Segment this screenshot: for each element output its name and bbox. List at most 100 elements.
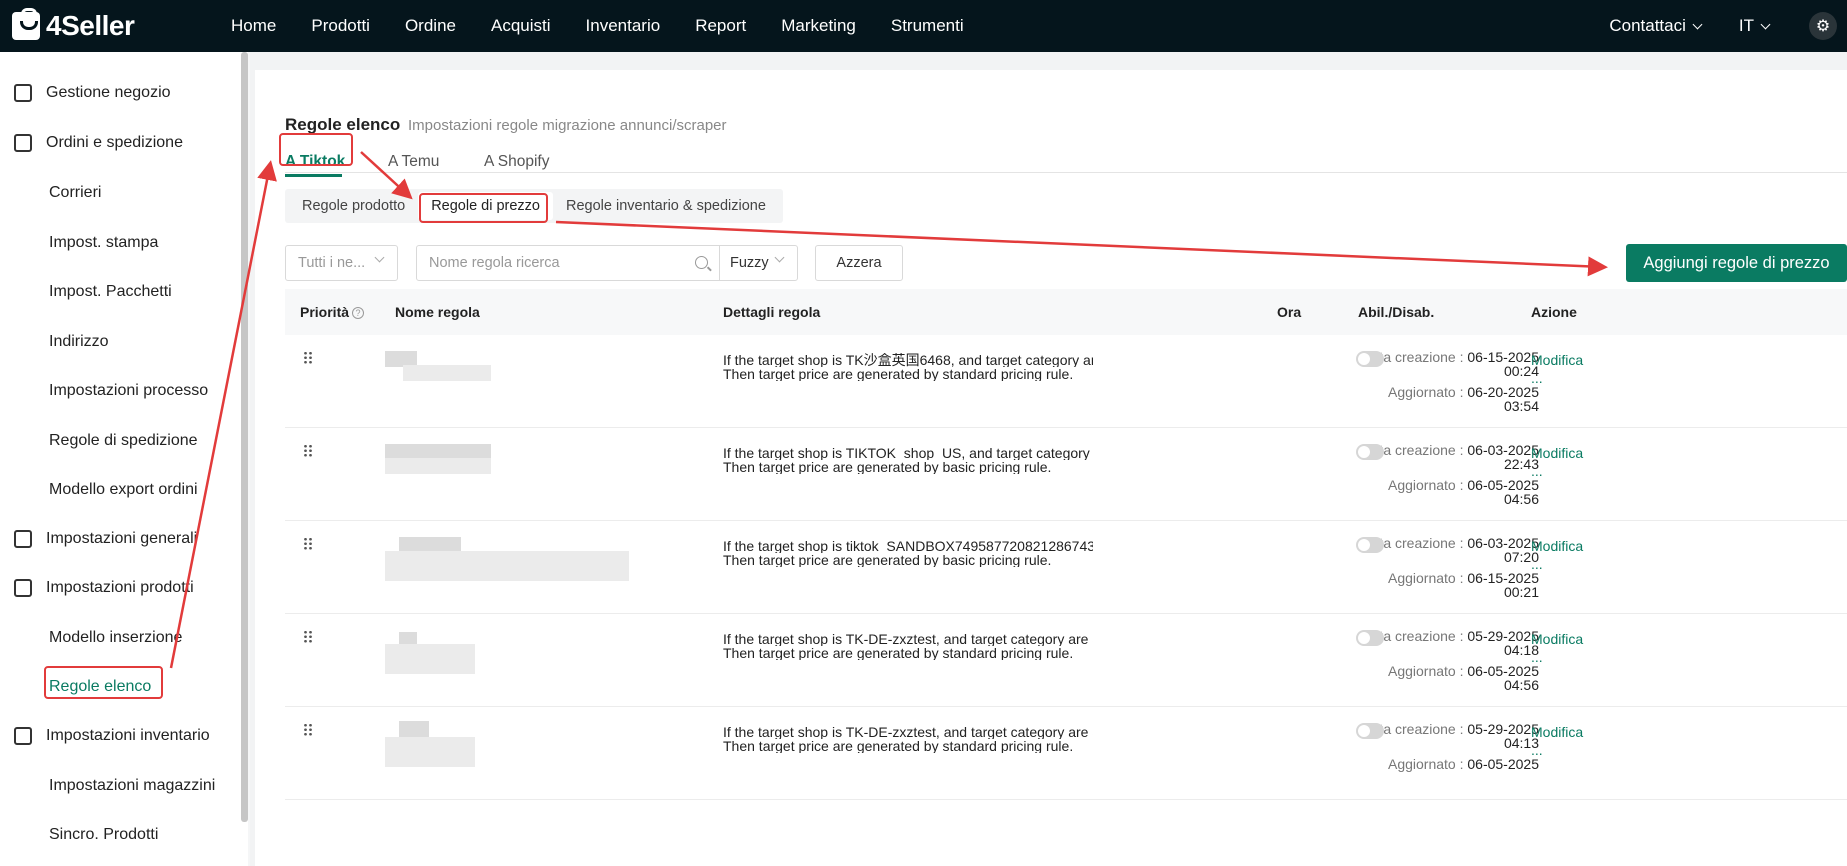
sidebar-item-impost-pacchetti[interactable]: Impost. Pacchetti — [49, 283, 172, 301]
sidebar-item-impost-stampa[interactable]: Impost. stampa — [49, 234, 158, 252]
col-priority-label: Priorità — [300, 304, 350, 320]
rule-condition: If the target shop is TK-DE-zxztest, and… — [723, 725, 1093, 739]
rule-name-redacted — [385, 644, 475, 674]
drag-handle-icon[interactable] — [303, 444, 312, 457]
drag-handle-icon[interactable] — [303, 351, 312, 364]
search-mode-select[interactable]: Fuzzy — [719, 246, 797, 280]
updated-date: 06-05-2025 — [1467, 756, 1539, 772]
nav-acquisti[interactable]: Acquisti — [491, 16, 551, 36]
page-title: Regole elenco — [285, 115, 401, 134]
contact-menu[interactable]: Contattaci — [1609, 16, 1703, 36]
rules-panel: Regole elenco Impostazioni regole migraz… — [255, 70, 1847, 866]
search-input[interactable] — [417, 246, 719, 280]
page-subtitle: Impostazioni regole migrazione annunci/s… — [408, 117, 727, 134]
more-actions[interactable]: ... — [1531, 741, 1583, 759]
sidebar-item-modello-inserzione[interactable]: Modello inserzione — [49, 629, 182, 647]
shop-select[interactable]: Tutti i ne... — [285, 245, 398, 281]
rule-condition: If the target shop is tiktok_SANDBOX7495… — [723, 539, 1093, 553]
rule-details: If the target shop is TIKTOK_shop_US, an… — [723, 446, 1093, 474]
sidebar-group-label: Impostazioni generali — [46, 530, 198, 547]
rule-time: Data creazione : 06-15-2025 00:24 Aggior… — [1362, 350, 1539, 413]
contact-label: Contattaci — [1609, 16, 1686, 35]
gear-icon[interactable]: ⚙ — [1809, 12, 1837, 40]
more-actions[interactable]: ... — [1531, 462, 1583, 480]
edit-link[interactable]: Modifica — [1531, 723, 1583, 741]
sidebar-group-impostazioni-prodotti[interactable]: Impostazioni prodotti — [14, 579, 194, 597]
table-row: If the target shop is TK-DE-zxztest, and… — [285, 707, 1847, 800]
enable-toggle[interactable] — [1356, 630, 1384, 646]
brand-logo[interactable]: 4Seller — [12, 8, 212, 42]
shop-select-value: Tutti i ne... — [298, 255, 366, 271]
clipboard-icon — [14, 134, 32, 152]
nav-marketing[interactable]: Marketing — [781, 16, 856, 36]
sidebar-item-indirizzo[interactable]: Indirizzo — [49, 333, 109, 351]
language-menu[interactable]: IT — [1739, 16, 1771, 36]
edit-link[interactable]: Modifica — [1531, 537, 1583, 555]
enable-toggle[interactable] — [1356, 351, 1384, 367]
top-navbar: 4Seller Home Prodotti Ordine Acquisti In… — [0, 0, 1847, 52]
drag-handle-icon[interactable] — [303, 723, 312, 736]
segment-regole-prodotto[interactable]: Regole prodotto — [289, 192, 418, 220]
rule-condition: If the target shop is TK-DE-zxztest, and… — [723, 632, 1093, 646]
created-time: 07:20 — [1503, 549, 1539, 565]
more-actions[interactable]: ... — [1531, 555, 1583, 573]
col-time: Ora — [1277, 304, 1302, 320]
edit-link[interactable]: Modifica — [1531, 351, 1583, 369]
tab-shopify[interactable]: A Shopify — [484, 153, 550, 171]
drag-handle-icon[interactable] — [303, 630, 312, 643]
sidebar-item-sincro-prodotti[interactable]: Sincro. Prodotti — [49, 826, 158, 844]
nav-prodotti[interactable]: Prodotti — [311, 16, 370, 36]
rule-details: If the target shop is TK沙盒英国6468, and ta… — [723, 353, 1093, 381]
tab-temu[interactable]: A Temu — [388, 153, 439, 171]
sidebar-scrollbar[interactable] — [241, 52, 248, 822]
created-time: 04:13 — [1503, 735, 1539, 751]
enable-toggle[interactable] — [1356, 537, 1384, 553]
row-actions: Modifica... — [1531, 723, 1583, 759]
nav-report[interactable]: Report — [695, 16, 746, 36]
help-icon[interactable]: ? — [352, 307, 365, 319]
updated-label: Aggiornato : — [1387, 756, 1464, 772]
edit-link[interactable]: Modifica — [1531, 630, 1583, 648]
row-actions: Modifica... — [1531, 630, 1583, 666]
created-time: 22:43 — [1503, 456, 1539, 472]
table-header: Priorità? Nome regola Dettagli regola Or… — [285, 289, 1847, 335]
nav-ordine[interactable]: Ordine — [405, 16, 456, 36]
table-row: If the target shop is TK-DE-zxztest, and… — [285, 614, 1847, 707]
rule-time: Data creazione : 05-29-2025 04:13 Aggior… — [1362, 722, 1539, 771]
reset-button[interactable]: Azzera — [815, 245, 903, 281]
enable-toggle[interactable] — [1356, 723, 1384, 739]
highlight-segment-prezzo — [419, 193, 548, 223]
sidebar-group-ordini[interactable]: Ordini e spedizione — [14, 134, 183, 152]
chevron-down-icon — [774, 252, 785, 263]
more-actions[interactable]: ... — [1531, 648, 1583, 666]
updated-time: 04:56 — [1503, 677, 1539, 693]
search-box: Fuzzy — [416, 245, 798, 281]
sidebar-group-gestione-negozio[interactable]: Gestione negozio — [14, 84, 171, 102]
add-price-rule-button[interactable]: Aggiungi regole di prezzo — [1626, 244, 1847, 282]
warehouse-icon — [14, 727, 32, 745]
drag-handle-icon[interactable] — [303, 537, 312, 550]
more-actions[interactable]: ... — [1531, 369, 1583, 387]
main-content: Regole elenco Impostazioni regole migraz… — [250, 52, 1847, 866]
brand-name: 4Seller — [46, 10, 135, 41]
row-actions: Modifica... — [1531, 444, 1583, 480]
search-icon[interactable] — [695, 256, 708, 269]
sidebar-group-impostazioni-inventario[interactable]: Impostazioni inventario — [14, 727, 210, 745]
sidebar-group-impostazioni-generali[interactable]: Impostazioni generali — [14, 530, 197, 548]
edit-link[interactable]: Modifica — [1531, 444, 1583, 462]
rule-condition: If the target shop is TK沙盒英国6468, and ta… — [723, 353, 1093, 367]
row-actions: Modifica... — [1531, 351, 1583, 387]
rule-result: Then target price are generated by basic… — [723, 460, 1052, 474]
nav-home[interactable]: Home — [231, 16, 276, 36]
sidebar-item-regole-spedizione[interactable]: Regole di spedizione — [49, 432, 198, 450]
col-details: Dettagli regola — [723, 304, 821, 320]
nav-inventario[interactable]: Inventario — [586, 16, 661, 36]
segment-regole-inventario[interactable]: Regole inventario & spedizione — [553, 192, 779, 220]
col-action: Azione — [1531, 304, 1577, 320]
sidebar-item-impostazioni-magazzini[interactable]: Impostazioni magazzini — [49, 777, 215, 795]
sidebar-item-modello-export[interactable]: Modello export ordini — [49, 481, 198, 499]
sidebar-item-impostazioni-processo[interactable]: Impostazioni processo — [49, 382, 208, 400]
enable-toggle[interactable] — [1356, 444, 1384, 460]
nav-strumenti[interactable]: Strumenti — [891, 16, 964, 36]
sidebar-item-corrieri[interactable]: Corrieri — [49, 184, 101, 202]
